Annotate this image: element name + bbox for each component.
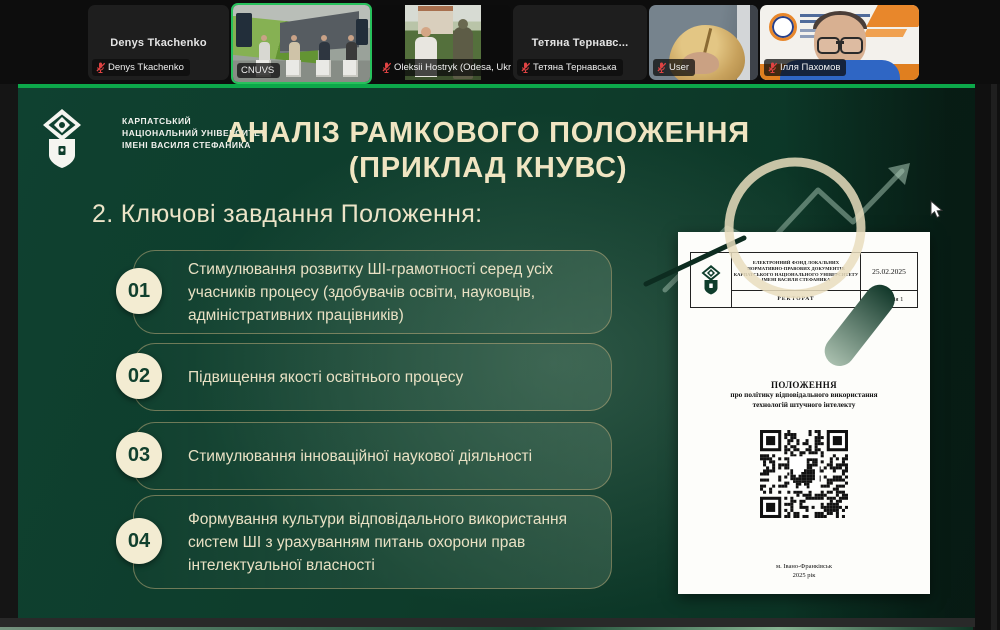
number-badge-02: 02 — [116, 353, 162, 399]
slide-heading: 2. Ключові завдання Положення: — [92, 200, 482, 229]
document-department: РЕКТОРАТ — [732, 291, 860, 307]
key-task-card-4: Формування культури відповідального вико… — [133, 495, 612, 589]
participant-label: Oleksii Hostryk (Odesa, Ukrai... — [378, 59, 511, 76]
panelist — [259, 42, 270, 62]
task-text: Підвищення якості освітнього процесу — [134, 356, 489, 399]
muted-mic-icon — [768, 62, 777, 73]
document-header-table: ЕЛЕКТРОННИЙ ФОНД ЛОКАЛЬНИХ НОРМАТИВНО-ПР… — [690, 252, 918, 308]
presentation-slide: КАРПАТСЬКИЙ НАЦІОНАЛЬНИЙ УНІВЕРСИТЕТ ІМЕ… — [18, 88, 975, 618]
participant-label: Тетяна Тернавська — [517, 59, 623, 76]
number-badge-04: 04 — [116, 518, 162, 564]
video-tile-cnuvs[interactable]: CNUVS — [231, 3, 372, 84]
video-tile-illia[interactable]: Ілля Пахомов — [760, 5, 919, 80]
university-emblem-icon — [40, 108, 84, 170]
mouse-cursor — [930, 200, 944, 220]
glasses — [817, 37, 863, 50]
screen-left — [236, 13, 252, 47]
key-task-card-1: Стимулювання розвитку ШІ-грамотності сер… — [133, 250, 612, 334]
participant-label: User — [653, 59, 695, 76]
video-tile-oleksii[interactable]: Oleksii Hostryk (Odesa, Ukrai... — [374, 5, 511, 80]
document-title: ПОЛОЖЕННЯ про політику відповідального в… — [678, 380, 930, 409]
key-task-card-3: Стимулювання інноваційної наукової діяль… — [133, 422, 612, 490]
screen-right — [356, 19, 368, 45]
panelist — [346, 42, 357, 62]
right-edge-column — [975, 84, 1000, 630]
task-text: Стимулювання розвитку ШІ-грамотності сер… — [134, 248, 611, 337]
zoom-meeting-window: Denys Tkachenko Denys Tkachenko — [0, 0, 1000, 630]
muted-mic-icon — [382, 62, 391, 73]
document-revision: Редакція 1 — [861, 291, 917, 307]
document-fund-title: ЕЛЕКТРОННИЙ ФОНД ЛОКАЛЬНИХ НОРМАТИВНО-ПР… — [732, 253, 860, 291]
muted-mic-icon — [96, 62, 105, 73]
document-preview: ЕЛЕКТРОННИЙ ФОНД ЛОКАЛЬНИХ НОРМАТИВНО-ПР… — [678, 232, 930, 594]
panelist — [289, 42, 300, 62]
muted-mic-icon — [657, 62, 666, 73]
institute-logo — [769, 13, 797, 41]
window-gap — [0, 618, 1000, 627]
video-strip: Denys Tkachenko Denys Tkachenko — [0, 0, 1000, 84]
video-tile-denys[interactable]: Denys Tkachenko Denys Tkachenko — [88, 5, 229, 80]
participant-label: Denys Tkachenko — [92, 59, 190, 76]
video-tile-user[interactable]: User — [649, 5, 758, 80]
video-tile-tetiana[interactable]: Тетяна Тернавс... Тетяна Тернавська — [513, 5, 647, 80]
participant-label: CNUVS — [237, 63, 280, 79]
slide-title: АНАЛІЗ РАМКОВОГО ПОЛОЖЕННЯ (ПРИКЛАД КНУВ… — [218, 116, 758, 186]
number-badge-01: 01 — [116, 268, 162, 314]
number-badge-03: 03 — [116, 432, 162, 478]
task-text: Стимулювання інноваційної наукової діяль… — [134, 435, 558, 478]
document-city-year: м. Івано-Франківськ 2025 рік — [678, 562, 930, 580]
document-logo-cell — [691, 253, 732, 307]
panelist — [319, 42, 330, 62]
muted-mic-icon — [521, 62, 530, 73]
qr-code — [760, 430, 848, 523]
document-date: 25.02.2025 — [861, 253, 917, 291]
task-text: Формування культури відповідального вико… — [134, 498, 611, 587]
key-task-card-2: Підвищення якості освітнього процесу — [133, 343, 612, 411]
participant-label: Ілля Пахомов — [764, 59, 846, 76]
university-emblem-icon — [700, 264, 722, 296]
